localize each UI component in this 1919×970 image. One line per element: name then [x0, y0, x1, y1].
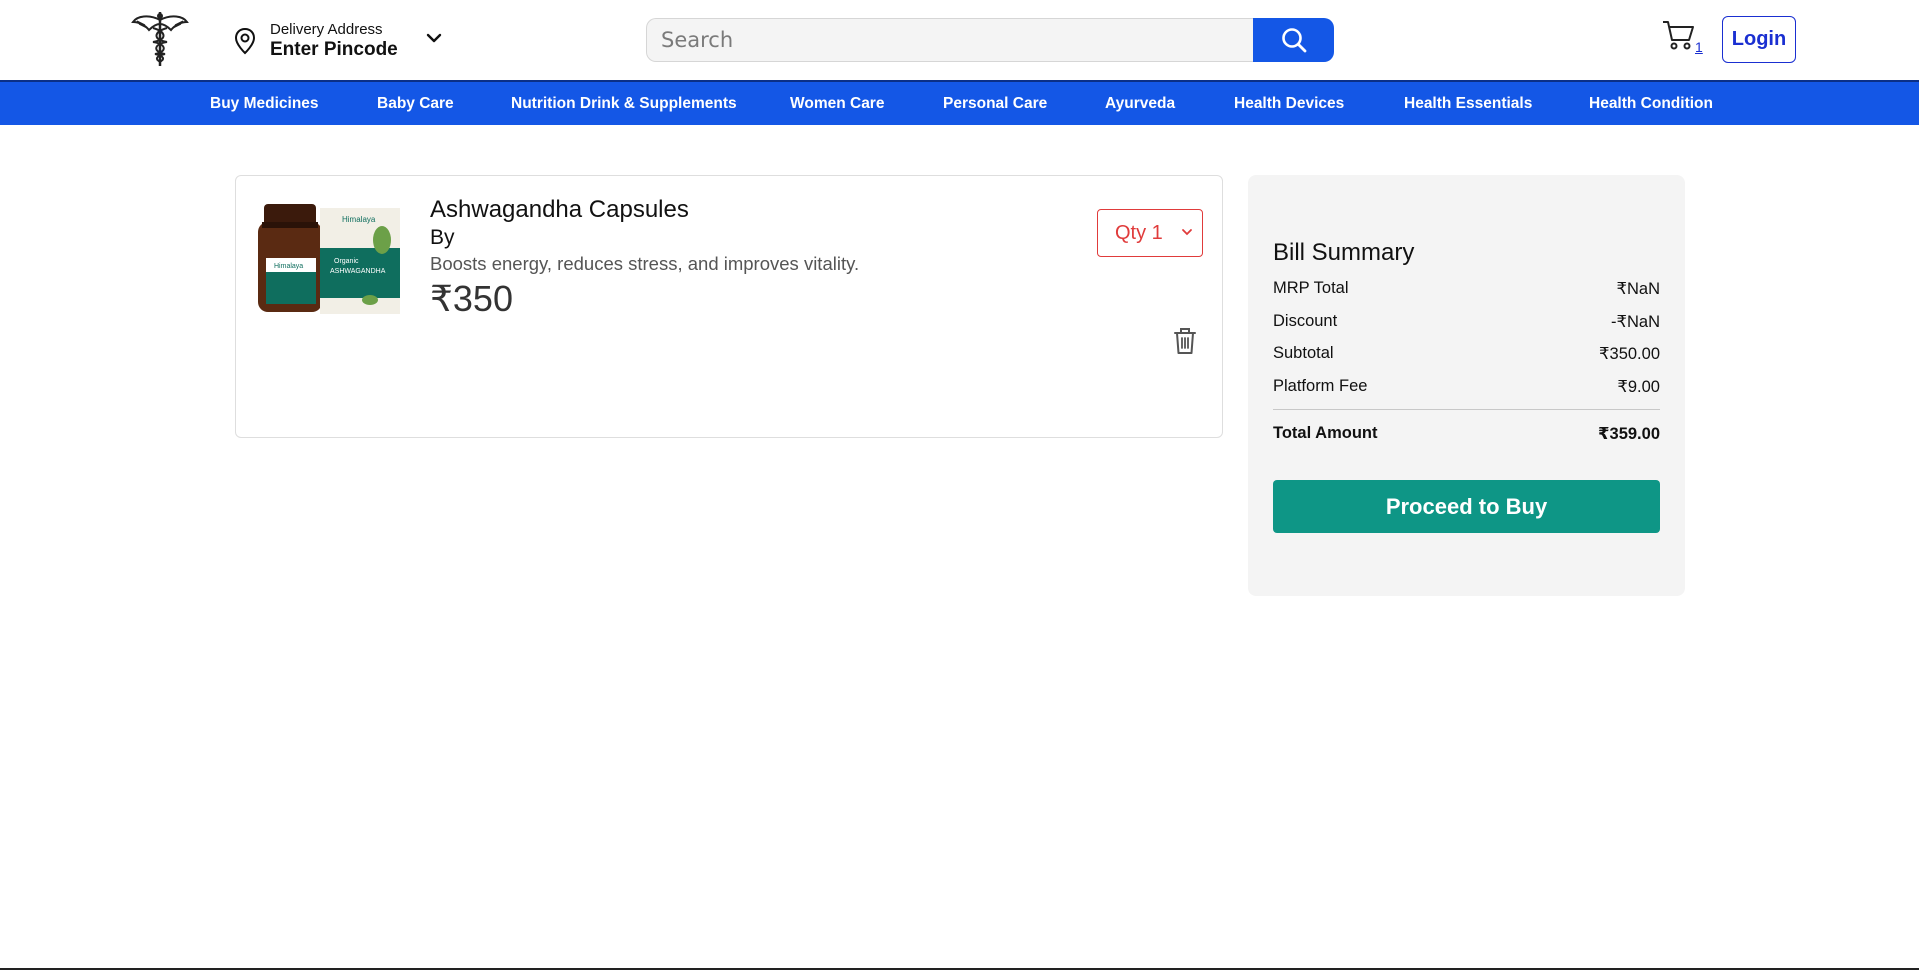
nav-item-health-condition[interactable]: Health Condition [1589, 95, 1713, 113]
quantity-value: Qty 1 [1115, 221, 1163, 244]
nav-item-baby-care[interactable]: Baby Care [377, 95, 454, 113]
bill-row-label: MRP Total [1273, 279, 1349, 297]
cart-count[interactable]: 1 [1695, 39, 1703, 55]
quantity-select[interactable]: Qty 1 [1097, 209, 1203, 257]
product-image: Himalaya Himalaya Organic ASHWAGANDHA [258, 204, 400, 314]
chevron-down-icon [1182, 229, 1192, 236]
svg-text:Organic: Organic [334, 258, 359, 265]
nav-item-nutrition[interactable]: Nutrition Drink & Supplements [511, 95, 737, 113]
delivery-address[interactable]: Delivery Address Enter Pincode [270, 21, 398, 61]
search-input[interactable] [646, 18, 1254, 62]
search-icon [1281, 28, 1306, 53]
bill-row-label: Platform Fee [1273, 377, 1368, 395]
location-pin-icon [234, 27, 256, 55]
product-price: ₹350 [430, 278, 513, 319]
top-header: Delivery Address Enter Pincode 1 Login [0, 0, 1919, 80]
bill-row-value: -₹NaN [1610, 313, 1660, 331]
category-nav: Buy Medicines Baby Care Nutrition Drink … [0, 80, 1919, 125]
nav-item-health-essentials[interactable]: Health Essentials [1404, 95, 1532, 113]
pincode-value[interactable]: Enter Pincode [270, 39, 398, 61]
product-description: Boosts energy, reduces stress, and impro… [430, 253, 860, 274]
bill-row-value: ₹9.00 [1617, 378, 1660, 396]
nav-item-personal-care[interactable]: Personal Care [943, 95, 1047, 113]
search-button[interactable] [1253, 18, 1334, 62]
bill-row-value: ₹NaN [1616, 280, 1660, 298]
cart-button[interactable]: 1 [1662, 18, 1706, 58]
svg-text:ASHWAGANDHA: ASHWAGANDHA [330, 268, 386, 275]
product-brand: By [430, 226, 455, 249]
login-button[interactable]: Login [1722, 16, 1796, 63]
total-value: ₹359.00 [1598, 425, 1660, 443]
delivery-address-label: Delivery Address [270, 21, 383, 38]
bill-row-value: ₹350.00 [1599, 345, 1660, 363]
svg-text:Himalaya: Himalaya [342, 215, 376, 224]
bill-row-label: Subtotal [1273, 344, 1334, 362]
proceed-to-buy-button[interactable]: Proceed to Buy [1273, 480, 1660, 533]
nav-item-women-care[interactable]: Women Care [790, 95, 884, 113]
total-label: Total Amount [1273, 424, 1378, 442]
bill-summary-title: Bill Summary [1273, 239, 1415, 266]
search-bar [646, 18, 1334, 62]
trash-icon[interactable] [1172, 326, 1198, 356]
bill-divider [1273, 409, 1660, 410]
nav-item-ayurveda[interactable]: Ayurveda [1105, 95, 1175, 113]
chevron-down-icon[interactable] [424, 28, 444, 48]
nav-item-buy-medicines[interactable]: Buy Medicines [210, 95, 319, 113]
bill-summary-panel: Bill Summary MRP Total ₹NaN Discount -₹N… [1248, 175, 1685, 596]
bill-row-label: Discount [1273, 312, 1338, 330]
nav-item-health-devices[interactable]: Health Devices [1234, 95, 1344, 113]
caduceus-icon[interactable] [131, 10, 189, 68]
cart-icon [1663, 21, 1694, 50]
cart-item-card: Himalaya Himalaya Organic ASHWAGANDHA As… [235, 175, 1223, 438]
product-name[interactable]: Ashwagandha Capsules [430, 196, 689, 224]
svg-text:Himalaya: Himalaya [274, 263, 303, 270]
